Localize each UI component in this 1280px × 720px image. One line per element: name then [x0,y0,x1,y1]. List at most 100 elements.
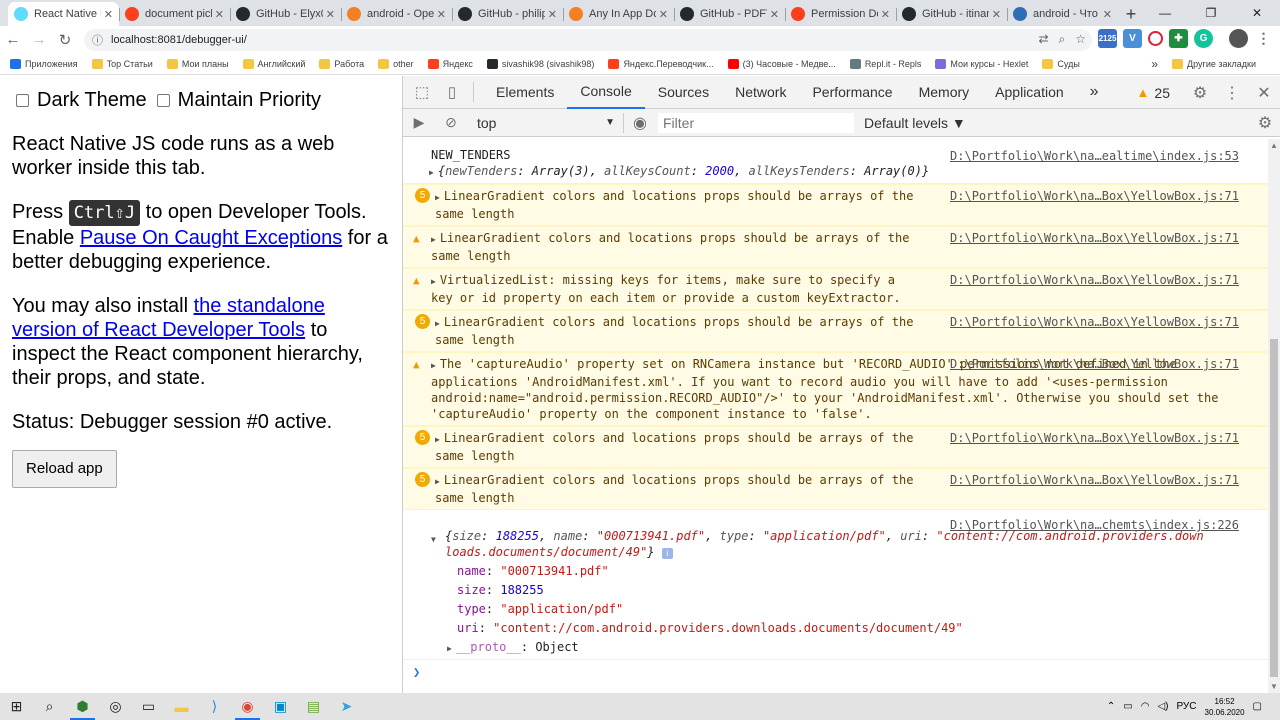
zoom-icon[interactable]: ⌕ [1059,32,1066,47]
source-link[interactable]: D:\Portfolio\Work\na…Box\YellowBox.js:71 [950,314,1239,330]
extension-grammarly-icon[interactable]: G [1194,29,1213,48]
browser-tab[interactable]: Any In App Doc✕ [563,2,674,26]
expand-arrow-icon[interactable]: ▶ [435,477,440,486]
bookmark-item[interactable]: other [378,58,414,69]
maximize-icon[interactable]: ❐ [1188,0,1234,26]
browser-tab[interactable]: GitHub - philipp✕ [452,2,563,26]
bookmark-item[interactable]: Repl.it - Repls [849,58,921,69]
taskbar-explorer-icon[interactable]: ▬ [165,693,198,720]
more-bookmarks-icon[interactable]: » [1151,57,1158,71]
back-icon[interactable]: ← [0,27,26,53]
info-icon[interactable]: i [661,548,673,559]
close-tab-icon[interactable]: ✕ [770,8,779,21]
close-tab-icon[interactable]: ✕ [437,8,446,21]
source-link[interactable]: D:\Portfolio\Work\na…Box\YellowBox.js:71 [950,430,1239,446]
menu-icon[interactable]: ⋮ [1254,29,1273,48]
devtools-tab-performance[interactable]: Performance [799,76,905,109]
expand-arrow-icon[interactable]: ▶ [435,319,440,328]
taskbar-chrome-icon[interactable]: ◉ [231,693,264,720]
taskbar-webstorm-icon[interactable]: ▣ [264,693,297,720]
notifications-icon[interactable]: ▢ [1253,701,1262,712]
bookmark-star-icon[interactable]: ☆ [1075,32,1086,47]
close-tab-icon[interactable]: ✕ [1103,8,1112,21]
pause-on-caught-exceptions-link[interactable]: Pause On Caught Exceptions [80,227,342,249]
close-tab-icon[interactable]: ✕ [881,8,890,21]
language-indicator[interactable]: РУС [1176,701,1196,712]
other-bookmarks[interactable]: Другие закладки [1172,59,1256,69]
devtools-tab-application[interactable]: Application [982,76,1077,109]
source-link[interactable]: D:\Portfolio\Work\na…Box\YellowBox.js:71 [950,356,1239,372]
devtools-tab-memory[interactable]: Memory [906,76,983,109]
devtools-tab-elements[interactable]: Elements [483,76,567,109]
browser-tab[interactable]: android - Open ✕ [341,2,452,26]
bookmark-item[interactable]: sivashik98 (sivashik98) [486,58,594,69]
expand-arrow-icon[interactable]: ▶ [431,361,436,370]
file-prop-proto[interactable]: ▶ __proto__: Object [431,639,1259,657]
close-window-icon[interactable]: ✕ [1234,0,1280,26]
device-toolbar-icon[interactable]: ▯ [437,77,467,107]
close-tab-icon[interactable]: ✕ [548,8,557,21]
translate-icon[interactable]: ⇄ [1038,32,1048,47]
bookmark-item[interactable]: Яндекс.Переводчик... [608,58,714,69]
maintain-priority-checkbox[interactable] [156,93,170,107]
bookmark-item[interactable]: Английский [242,58,305,69]
dark-theme-checkbox[interactable] [16,93,29,107]
bookmark-item[interactable]: Суды [1042,58,1080,69]
browser-tab[interactable]: GitHub - PDFTro✕ [674,2,785,26]
devtools-tab-network[interactable]: Network [722,76,799,109]
bookmark-item[interactable]: Приложения [10,58,78,69]
browser-tab[interactable]: android - Что та✕ [1007,2,1118,26]
devtools-tab-console[interactable]: Console [567,76,645,109]
bookmark-item[interactable]: (3) Часовые - Медве... [727,58,836,69]
sidebar-toggle-icon[interactable]: ▶ [403,114,435,131]
console-prompt[interactable]: ❯ [403,660,1269,684]
expand-arrow-icon[interactable]: ▶ [435,435,440,444]
avatar[interactable] [1229,29,1248,48]
source-link[interactable]: D:\Portfolio\Work\na…Box\YellowBox.js:71 [950,230,1239,246]
clear-console-icon[interactable]: ⊘ [435,114,467,131]
windows-start-icon[interactable]: ⊞ [0,693,33,720]
reload-icon[interactable]: ↻ [52,27,78,53]
extension-opera-icon[interactable] [1148,31,1163,46]
close-tab-icon[interactable]: ✕ [326,8,335,21]
search-icon[interactable]: ⌕ [33,693,66,720]
close-tab-icon[interactable]: ✕ [992,8,1001,21]
console-scrollbar[interactable]: ▲ ▼ [1268,139,1280,693]
extension-puzzle-icon[interactable]: ✚ [1169,29,1188,48]
browser-tab[interactable]: document picke✕ [119,2,230,26]
browser-tab[interactable]: React Native De✕ [8,2,119,26]
source-link[interactable]: D:\Portfolio\Work\na…Box\YellowBox.js:71 [950,472,1239,488]
browser-tab[interactable]: Permission Den✕ [785,2,896,26]
taskbar-app-camera-icon[interactable]: ◎ [99,693,132,720]
warning-text[interactable]: ▶ LinearGradient colors and locations pro… [435,314,915,348]
warning-text[interactable]: ▶ LinearGradient colors and locations pro… [435,472,915,506]
volume-icon[interactable]: ◁) [1157,701,1168,712]
network-icon[interactable]: ▭ [1123,701,1132,712]
close-tab-icon[interactable]: ✕ [659,8,668,21]
browser-tab[interactable]: GitHub - Elyx0/✕ [230,2,341,26]
bookmark-item[interactable]: Яндекс [427,58,473,69]
source-link[interactable]: D:\Portfolio\Work\na…Box\YellowBox.js:71 [950,188,1239,204]
warning-text[interactable]: ▶ LinearGradient colors and locations pro… [435,188,915,222]
taskbar-notepad-icon[interactable]: ▤ [297,693,330,720]
source-link[interactable]: D:\Portfolio\Work\na…ealtime\index.js:53 [950,148,1239,164]
info-icon[interactable]: ⓘ [92,32,103,48]
taskbar-app-green-icon[interactable]: ⬢ [66,693,99,720]
warning-text[interactable]: ▶ VirtualizedList: missing keys for items… [431,272,911,306]
new-tab-button[interactable]: + [1118,2,1144,26]
bookmark-item[interactable]: Мои курсы - Hexlet [935,58,1028,69]
close-tab-icon[interactable]: ✕ [215,8,224,21]
more-tabs-button[interactable]: » [1077,76,1112,109]
taskbar-vscode-icon[interactable]: ⟩ [198,693,231,720]
expand-arrow-icon[interactable]: ▶ [429,168,434,177]
expand-arrow-icon[interactable]: ▶ [447,644,452,653]
warning-text[interactable]: ▶ LinearGradient colors and locations pro… [431,230,911,264]
console-settings-icon[interactable]: ⚙ [1250,113,1280,133]
reload-app-button[interactable]: Reload app [12,450,117,488]
warning-count-badge[interactable]: ▲ 25 [1137,85,1170,101]
show-hidden-icons-icon[interactable]: ⌃ [1107,701,1115,712]
tenders-object[interactable]: ▶ {newTenders: Array(3), allKeysCount: 20… [429,163,1259,181]
minimize-icon[interactable]: — [1142,0,1188,26]
close-devtools-icon[interactable]: ✕ [1248,83,1280,103]
more-options-icon[interactable]: ⋮ [1216,83,1248,103]
